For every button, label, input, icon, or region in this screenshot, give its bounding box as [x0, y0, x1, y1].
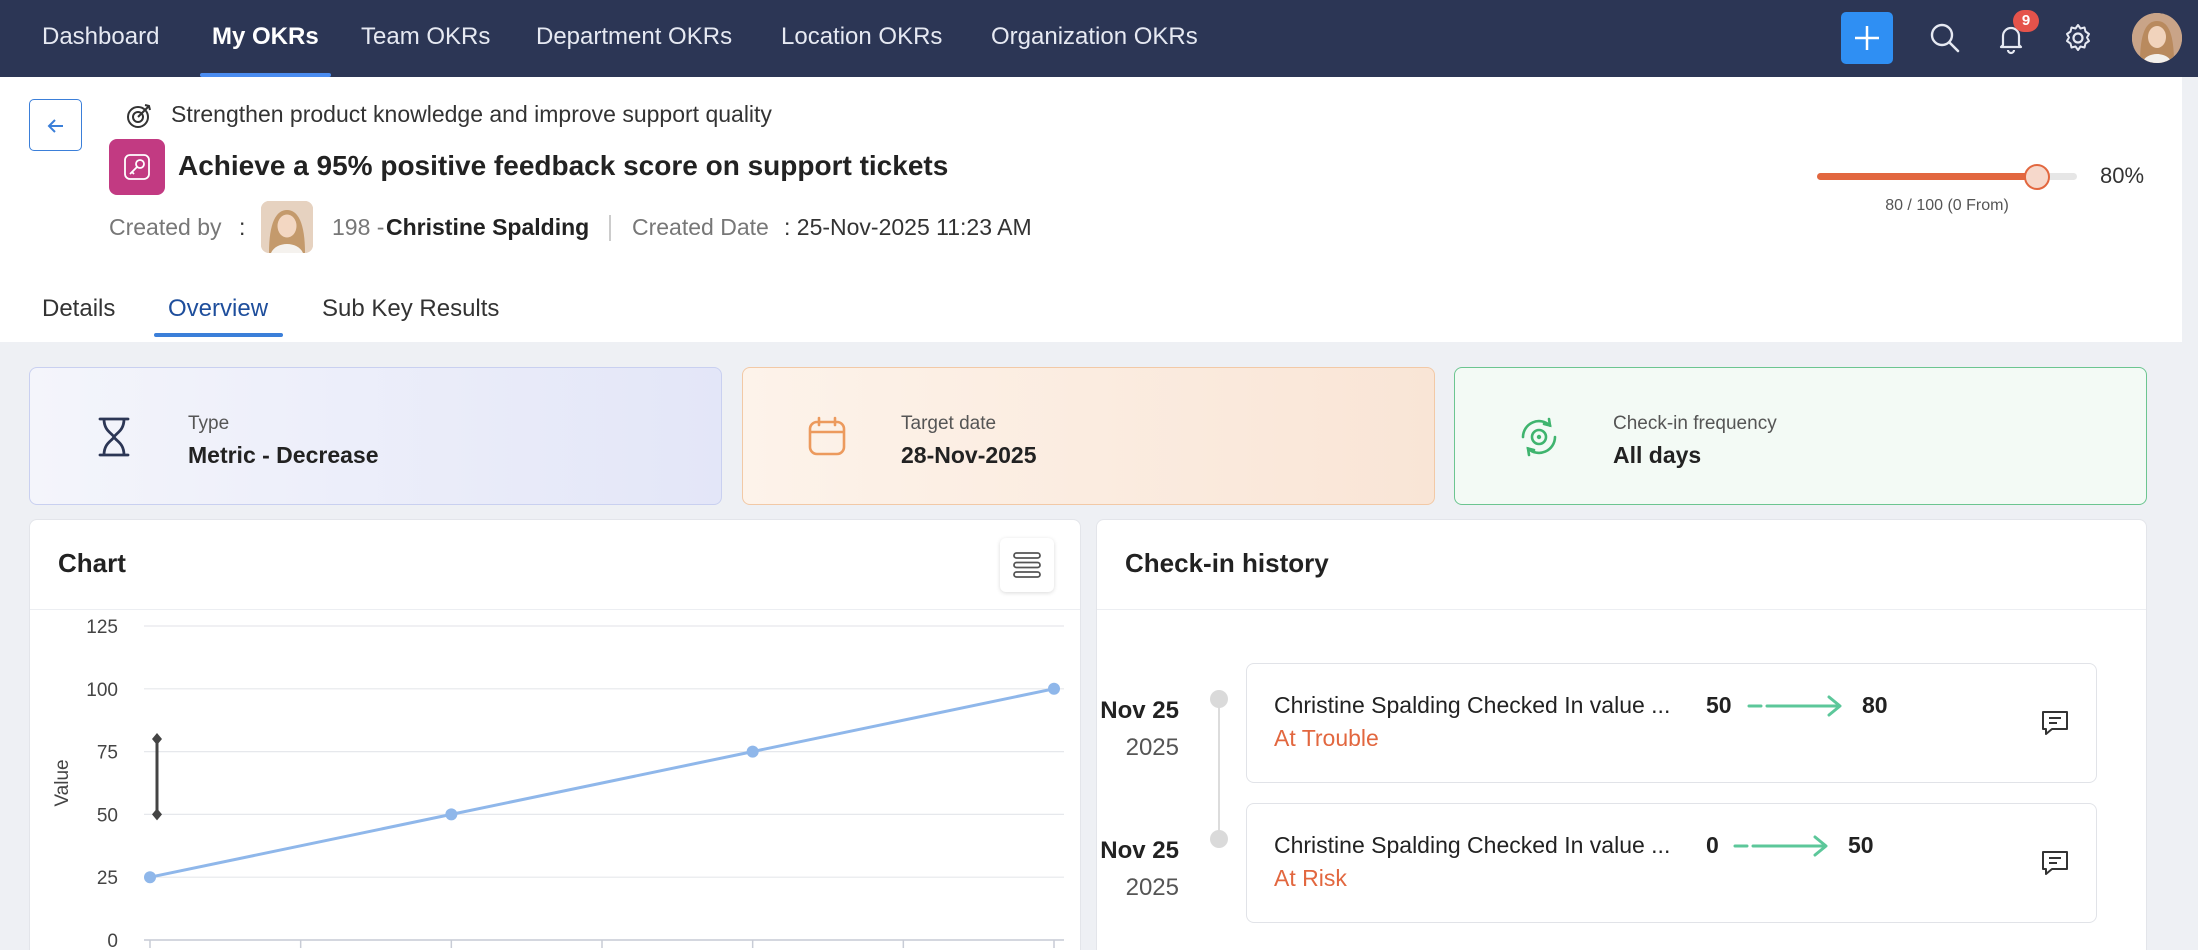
checkin-frequency-card: Check-in frequency All days	[1454, 367, 2147, 505]
history-entry-text: Christine Spalding Checked In value ...	[1274, 692, 1671, 718]
created-date-label: Created Date	[632, 214, 769, 240]
timeline-dot	[1210, 690, 1228, 708]
objective-target-icon	[127, 104, 151, 128]
chart-data-point	[144, 871, 156, 884]
gear-icon[interactable]	[2060, 20, 2096, 56]
chart-y-tick-label: 25	[97, 868, 118, 889]
arrow-left-icon	[47, 119, 63, 133]
chart-data-point	[746, 745, 759, 758]
timeline-line	[1218, 700, 1220, 840]
history-to-value: 50	[1848, 832, 1874, 858]
menu-icon	[1013, 552, 1041, 578]
arrow-right-icon	[1747, 695, 1842, 717]
type-card: Type Metric - Decrease	[29, 367, 722, 505]
history-to-value: 80	[1862, 692, 1888, 718]
nav-location-okrs[interactable]: Location OKRs	[781, 0, 942, 77]
checkin-frequency-label: Check-in frequency	[1613, 413, 1777, 434]
chart-data-point	[445, 808, 458, 821]
creator-avatar	[261, 201, 313, 253]
history-date-day: Nov 25	[1100, 697, 1179, 724]
chart-panel-title: Chart	[58, 548, 126, 578]
checkin-history-title: Check-in history	[1125, 548, 1329, 578]
tab-overview[interactable]: Overview	[168, 295, 268, 323]
target-refresh-icon	[1521, 417, 1557, 457]
active-tab-indicator	[154, 333, 283, 337]
chart-panel: Chart 025507510012525. Nov12:0026. Nov12…	[29, 519, 1081, 950]
checkin-frequency-value: All days	[1613, 442, 1702, 468]
created-date-value: : 25-Nov-2025 11:23 AM	[784, 214, 1032, 240]
chart-y-axis-label: Value	[52, 759, 73, 806]
tab-sub-key-results[interactable]: Sub Key Results	[322, 295, 499, 323]
progress-slider[interactable]	[1817, 164, 2077, 190]
key-icon	[124, 154, 150, 180]
chart-y-tick-label: 0	[107, 931, 118, 950]
checkin-history-panel: Check-in history Nov 25 2025 Christine S…	[1096, 519, 2147, 950]
timeline-dot	[1210, 830, 1228, 848]
comment-icon[interactable]	[2039, 846, 2071, 878]
user-avatar[interactable]	[2132, 13, 2182, 63]
okr-header: Strengthen product knowledge and improve…	[0, 77, 2182, 342]
progress-caption: 80 / 100 (0 From)	[1885, 197, 2009, 214]
chart-y-tick-label: 75	[97, 743, 118, 764]
progress-slider-handle[interactable]	[2024, 164, 2050, 190]
created-by-label: Created by	[109, 214, 222, 240]
history-date: Nov 25 2025	[1097, 837, 1179, 902]
target-date-label: Target date	[901, 413, 997, 434]
nav-dashboard[interactable]: Dashboard	[42, 0, 159, 77]
plus-icon	[1855, 26, 1879, 50]
meta-separator	[609, 215, 611, 241]
chart-range-marker-low	[152, 808, 162, 821]
tab-details[interactable]: Details	[42, 295, 115, 323]
chart-menu-button[interactable]	[1000, 538, 1054, 592]
nav-team-okrs[interactable]: Team OKRs	[361, 0, 490, 77]
creator-id: 198 -	[332, 214, 385, 240]
history-entry[interactable]: Christine Spalding Checked In value ... …	[1246, 803, 2097, 923]
notification-badge: 9	[2013, 10, 2039, 32]
history-date-year: 2025	[1125, 734, 1179, 761]
history-from-value: 0	[1706, 832, 1719, 858]
calendar-icon	[808, 416, 846, 456]
history-date-day: Nov 25	[1100, 837, 1179, 864]
hourglass-icon	[98, 417, 130, 457]
top-navigation: Dashboard My OKRs Team OKRs Department O…	[0, 0, 2198, 77]
history-from-value: 50	[1706, 692, 1732, 718]
history-entry-text: Christine Spalding Checked In value ...	[1274, 832, 1671, 858]
history-entry[interactable]: Christine Spalding Checked In value ... …	[1246, 663, 2097, 783]
chart-y-tick-label: 100	[86, 680, 118, 701]
progress-slider-fill	[1817, 173, 2037, 180]
target-date-value: 28-Nov-2025	[901, 442, 1037, 468]
nav-organization-okrs[interactable]: Organization OKRs	[991, 0, 1198, 77]
creator-name[interactable]: Christine Spalding	[386, 214, 589, 241]
history-entry-status: At Trouble	[1274, 725, 1379, 751]
comment-icon[interactable]	[2039, 706, 2071, 738]
history-entry-status: At Risk	[1274, 865, 1347, 891]
progress-percent: 80%	[2100, 163, 2145, 188]
chart-y-tick-label: 50	[97, 805, 118, 826]
target-date-card: Target date 28-Nov-2025	[742, 367, 1435, 505]
type-value: Metric - Decrease	[188, 442, 379, 468]
type-label: Type	[188, 413, 230, 434]
chart-y-tick-label: 125	[86, 617, 118, 638]
key-result-badge	[109, 139, 165, 195]
created-by-colon: :	[239, 214, 246, 240]
history-date-year: 2025	[1125, 874, 1179, 901]
nav-my-okrs[interactable]: My OKRs	[200, 0, 331, 77]
key-result-title: Achieve a 95% positive feedback score on…	[178, 150, 949, 181]
chart-range-marker-high	[152, 733, 162, 746]
history-date: Nov 25 2025	[1097, 697, 1179, 762]
back-button[interactable]	[29, 99, 82, 151]
search-icon[interactable]	[1927, 20, 1963, 56]
history-panel-divider	[1097, 609, 2146, 610]
objective-title[interactable]: Strengthen product knowledge and improve…	[171, 101, 772, 128]
chart-series-line	[149, 687, 1055, 879]
line-chart: 025507510012525. Nov12:0026. Nov12:0027.…	[52, 617, 1064, 950]
chart-data-point	[1048, 682, 1060, 695]
arrow-right-icon	[1733, 835, 1828, 857]
nav-department-okrs[interactable]: Department OKRs	[536, 0, 732, 77]
add-button[interactable]	[1841, 12, 1893, 64]
